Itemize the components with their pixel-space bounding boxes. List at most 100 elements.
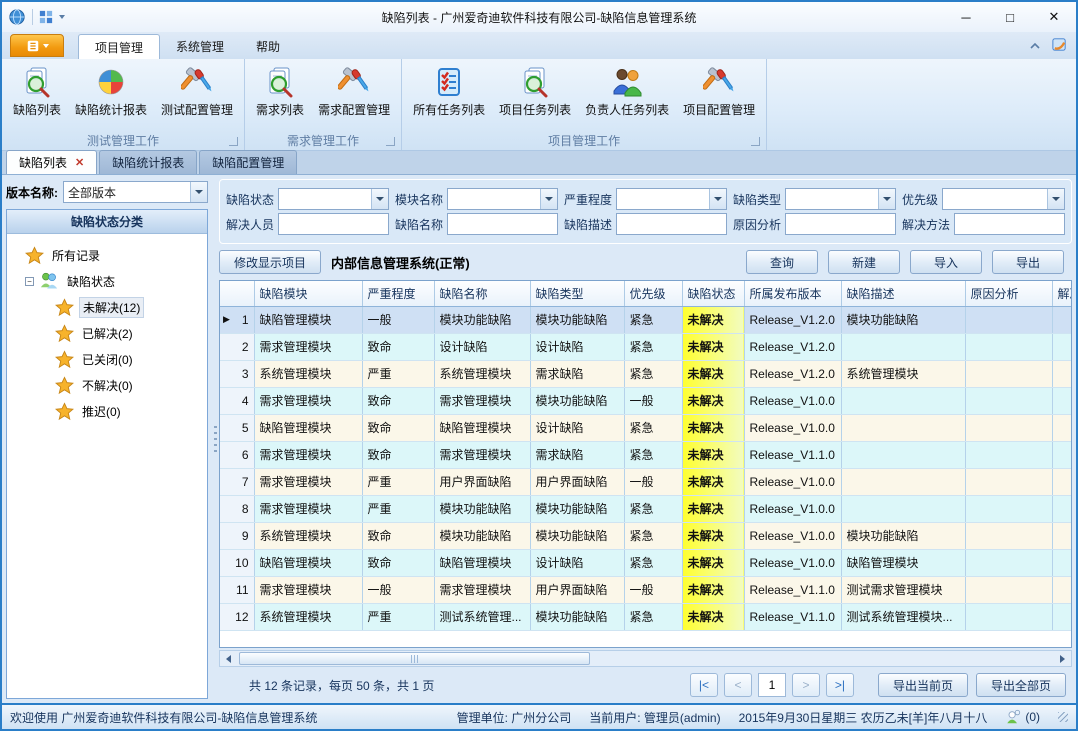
export-all-pages-button[interactable]: 导出全部页: [976, 673, 1066, 697]
column-header-原因分析[interactable]: 原因分析: [965, 281, 1052, 306]
column-header-缺陷描述[interactable]: 缺陷描述: [841, 281, 965, 306]
ribbon-button-缺陷统计报表[interactable]: 缺陷统计报表: [68, 61, 154, 120]
原因分析-input[interactable]: [785, 213, 896, 235]
ribbon-button-需求列表[interactable]: 需求列表: [249, 61, 311, 120]
dropdown-button[interactable]: [878, 189, 895, 209]
modify-columns-button[interactable]: 修改显示项目: [219, 250, 321, 274]
scrollbar-track[interactable]: [237, 651, 1054, 666]
close-tab-icon[interactable]: ✕: [75, 156, 84, 169]
ribbon-button-项目任务列表[interactable]: 项目任务列表: [492, 61, 578, 120]
tree-item-所有记录[interactable]: 所有记录: [11, 242, 203, 268]
next-page-button[interactable]: >: [792, 673, 820, 697]
column-header-缺陷名称[interactable]: 缺陷名称: [434, 281, 530, 306]
ribbon-tab-1[interactable]: 项目管理: [78, 34, 160, 59]
table-row[interactable]: 5缺陷管理模块致命缺陷管理模块设计缺陷紧急未解决Release_V1.0.0: [220, 414, 1072, 441]
tree-item-已解决(2)[interactable]: 已解决(2): [11, 320, 203, 346]
action-button-导出[interactable]: 导出: [992, 250, 1064, 274]
dropdown-button[interactable]: [371, 189, 388, 209]
ribbon-tab-2[interactable]: 系统管理: [160, 34, 240, 59]
maximize-button[interactable]: □: [988, 3, 1032, 31]
table-row[interactable]: 2需求管理模块致命设计缺陷设计缺陷紧急未解决Release_V1.2.0: [220, 333, 1072, 360]
tree-item-已关闭(0)[interactable]: 已关闭(0): [11, 346, 203, 372]
缺陷类型-dropdown[interactable]: [785, 188, 896, 210]
dialog-launcher-icon[interactable]: [229, 137, 238, 146]
page-number-input[interactable]: [758, 673, 786, 697]
缺陷名称-input[interactable]: [447, 213, 558, 235]
grid-menu-icon[interactable]: [39, 10, 53, 24]
table-row[interactable]: 3系统管理模块严重系统管理模块需求缺陷紧急未解决Release_V1.2.0系统…: [220, 360, 1072, 387]
tree-item-未解决(12)[interactable]: 未解决(12): [11, 294, 203, 320]
table-row[interactable]: 12系统管理模块严重测试系统管理...模块功能缺陷紧急未解决Release_V1…: [220, 603, 1072, 630]
缺陷状态-dropdown[interactable]: [278, 188, 389, 210]
table-row[interactable]: 8需求管理模块严重模块功能缺陷模块功能缺陷紧急未解决Release_V1.0.0: [220, 495, 1072, 522]
group-title: 项目管理工作: [548, 132, 620, 149]
doc-tab-缺陷列表[interactable]: 缺陷列表✕: [6, 150, 97, 174]
horizontal-scrollbar[interactable]: [219, 650, 1072, 667]
ribbon-tab-3[interactable]: 帮助: [240, 34, 296, 59]
tree-item-推迟(0)[interactable]: 推迟(0): [11, 398, 203, 424]
resize-grip-icon[interactable]: [1058, 712, 1068, 722]
column-header-优先级[interactable]: 优先级: [624, 281, 682, 306]
globe-icon[interactable]: [8, 8, 26, 26]
column-header-缺陷模块[interactable]: 缺陷模块: [254, 281, 362, 306]
column-header-缺陷类型[interactable]: 缺陷类型: [530, 281, 624, 306]
chevron-down-icon: [545, 197, 553, 201]
scroll-left-button[interactable]: [220, 651, 237, 666]
dropdown-button[interactable]: [190, 182, 207, 202]
doc-tab-缺陷配置管理[interactable]: 缺陷配置管理: [199, 150, 297, 174]
table-row[interactable]: 4需求管理模块致命需求管理模块模块功能缺陷一般未解决Release_V1.0.0: [220, 387, 1072, 414]
column-header-row-indicator[interactable]: [220, 281, 254, 306]
table-row[interactable]: ▶1缺陷管理模块一般模块功能缺陷模块功能缺陷紧急未解决Release_V1.2.…: [220, 306, 1072, 333]
action-button-导入[interactable]: 导入: [910, 250, 982, 274]
last-page-button[interactable]: >|: [826, 673, 854, 697]
version-dropdown[interactable]: 全部版本: [63, 181, 208, 203]
message-indicator[interactable]: (0): [1005, 709, 1040, 725]
first-page-button[interactable]: |<: [690, 673, 718, 697]
模块名称-dropdown[interactable]: [447, 188, 558, 210]
table-row[interactable]: 11需求管理模块一般需求管理模块用户界面缺陷一般未解决Release_V1.1.…: [220, 576, 1072, 603]
解决人员-input[interactable]: [278, 213, 389, 235]
scroll-right-button[interactable]: [1054, 651, 1071, 666]
dialog-launcher-icon[interactable]: [751, 137, 760, 146]
ribbon-button-测试配置管理[interactable]: 测试配置管理: [154, 61, 240, 120]
tree-expander-icon[interactable]: −: [25, 277, 34, 286]
cell: 严重: [362, 468, 434, 495]
dropdown-button[interactable]: [709, 189, 726, 209]
table-row[interactable]: 9系统管理模块致命模块功能缺陷模块功能缺陷紧急未解决Release_V1.0.0…: [220, 522, 1072, 549]
row-number: 8: [242, 502, 249, 516]
缺陷描述-input[interactable]: [616, 213, 727, 235]
优先级-dropdown[interactable]: [942, 188, 1065, 210]
table-row[interactable]: 10缺陷管理模块致命缺陷管理模块设计缺陷紧急未解决Release_V1.0.0缺…: [220, 549, 1072, 576]
ribbon-button-缺陷列表[interactable]: 缺陷列表: [6, 61, 68, 120]
action-button-新建[interactable]: 新建: [828, 250, 900, 274]
scrollbar-thumb[interactable]: [239, 652, 590, 665]
panel-splitter[interactable]: [212, 175, 219, 703]
column-header-严重程度[interactable]: 严重程度: [362, 281, 434, 306]
dropdown-button[interactable]: [540, 189, 557, 209]
help-icon[interactable]: [1051, 36, 1068, 56]
minimize-button[interactable]: ─: [944, 3, 988, 31]
dropdown-button[interactable]: [1047, 189, 1064, 209]
解决方法-input[interactable]: [954, 213, 1065, 235]
table-row[interactable]: 7需求管理模块严重用户界面缺陷用户界面缺陷一般未解决Release_V1.0.0: [220, 468, 1072, 495]
严重程度-dropdown[interactable]: [616, 188, 727, 210]
column-header-解决方法[interactable]: 解决方法: [1052, 281, 1072, 306]
app-menu-button[interactable]: [10, 34, 64, 57]
column-header-所属发布版本[interactable]: 所属发布版本: [744, 281, 841, 306]
dialog-launcher-icon[interactable]: [386, 137, 395, 146]
ribbon-button-项目配置管理[interactable]: 项目配置管理: [676, 61, 762, 120]
prev-page-button[interactable]: <: [724, 673, 752, 697]
table-row[interactable]: 6需求管理模块致命需求管理模块需求缺陷紧急未解决Release_V1.1.0: [220, 441, 1072, 468]
close-button[interactable]: ✕: [1032, 3, 1076, 31]
action-button-查询[interactable]: 查询: [746, 250, 818, 274]
tree-item-缺陷状态[interactable]: −缺陷状态: [11, 268, 203, 294]
column-header-缺陷状态[interactable]: 缺陷状态: [682, 281, 744, 306]
ribbon-button-负责人任务列表[interactable]: 负责人任务列表: [578, 61, 676, 120]
chevron-down-icon[interactable]: [59, 15, 65, 19]
export-current-page-button[interactable]: 导出当前页: [878, 673, 968, 697]
collapse-ribbon-icon[interactable]: [1029, 39, 1041, 53]
doc-tab-缺陷统计报表[interactable]: 缺陷统计报表: [99, 150, 197, 174]
ribbon-button-需求配置管理[interactable]: 需求配置管理: [311, 61, 397, 120]
ribbon-button-所有任务列表[interactable]: 所有任务列表: [406, 61, 492, 120]
tree-item-不解决(0)[interactable]: 不解决(0): [11, 372, 203, 398]
